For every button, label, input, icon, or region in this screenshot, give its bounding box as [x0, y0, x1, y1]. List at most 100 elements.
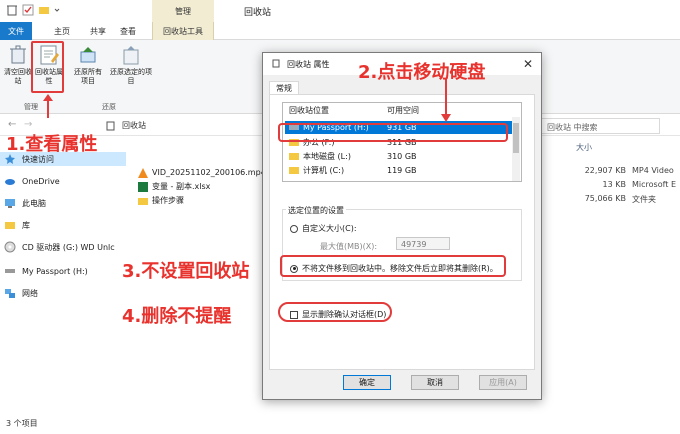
tab-share[interactable]: 共享 [84, 22, 112, 40]
file-name: 操作步骤 [152, 196, 184, 205]
properties-check-icon[interactable] [22, 4, 34, 16]
sidebar-item-label: 库 [22, 220, 30, 230]
restore-all-icon [77, 44, 99, 66]
new-folder-icon[interactable] [38, 4, 50, 16]
group-restore-label: 还原 [102, 103, 116, 111]
quick-access-toolbar [6, 4, 60, 16]
table-row[interactable]: VID_20251102_200106.mp4 [138, 166, 266, 179]
cancel-button[interactable]: 取消 [411, 375, 459, 390]
excel-file-icon [138, 181, 148, 192]
ribbon-tabs: 文件 主页 共享 查看 回收站工具 [0, 22, 680, 40]
restore-selected-button[interactable]: 还原选定的项目 [110, 44, 152, 86]
restore-selected-icon [120, 44, 142, 66]
back-arrow-icon[interactable]: ← [8, 119, 16, 130]
list-item[interactable]: 计算机 (C:) 119 GB [285, 164, 513, 177]
search-input[interactable]: 回收站 中搜索 [540, 118, 660, 134]
file-size: 22,907 KB [584, 166, 626, 175]
dropdown-icon[interactable] [54, 4, 60, 16]
recycle-bin-small-icon [6, 4, 18, 16]
sidebar-item-label: CD 驱动器 (G:) WD Unlc [22, 242, 115, 252]
properties-highlight-box [31, 41, 64, 93]
recycle-bin-path-icon [104, 119, 116, 134]
annotation-step-4: 4.删除不提醒 [122, 306, 232, 327]
sidebar-item-cd-drive[interactable]: CD 驱动器 (G:) WD Unlc [4, 240, 115, 254]
annotation-step-2: 2.点击移动硬盘 [358, 62, 486, 83]
file-size: 13 KB [602, 180, 626, 189]
close-icon[interactable]: ✕ [523, 57, 533, 71]
sidebar-item-network[interactable]: 网络 [4, 286, 38, 300]
folder-icon [289, 152, 299, 161]
dialog-title: 回收站 属性 [287, 59, 330, 69]
restore-selected-label: 还原选定的项目 [110, 68, 152, 85]
list-scrollbar[interactable] [512, 117, 520, 181]
location-name: 计算机 (C:) [303, 166, 345, 175]
location-list: 回收站位置 可用空间 My Passport (H:) 931 GB 办公 (F… [282, 102, 522, 182]
title-bar: 管理 回收站 [0, 0, 680, 22]
column-header-free-space: 可用空间 [387, 106, 419, 115]
list-item[interactable]: 本地磁盘 (L:) 310 GB [285, 150, 513, 163]
location-free-space: 119 GB [387, 166, 417, 175]
file-name: 变量 - 副本.xlsx [152, 182, 211, 191]
status-item-count: 3 个项目 [6, 419, 38, 428]
empty-bin-icon [7, 44, 29, 66]
empty-recycle-bin-label: 清空回收站 [4, 68, 32, 85]
max-size-input[interactable]: 49739 [396, 237, 450, 250]
drive-icon [4, 265, 16, 277]
forward-arrow-icon[interactable]: → [24, 119, 32, 130]
annotation-step-3: 3.不设置回收站 [122, 261, 250, 282]
file-type: MP4 Video [632, 166, 674, 175]
column-header-size[interactable]: 大小 [576, 142, 592, 153]
recycle-bin-dialog-icon [271, 58, 281, 70]
no-recycle-highlight-box [280, 255, 506, 277]
restore-all-label: 还原所有项目 [74, 68, 102, 85]
sidebar-item-label: 网络 [22, 288, 38, 298]
group-manage-label: 管理 [24, 103, 38, 111]
column-header-location: 回收站位置 [289, 106, 329, 115]
sidebar-item-onedrive[interactable]: OneDrive [4, 174, 60, 188]
sidebar-item-label: 此电脑 [22, 198, 46, 208]
empty-recycle-bin-button[interactable]: 清空回收站 [2, 44, 34, 86]
tab-view[interactable]: 查看 [114, 22, 142, 40]
confirm-highlight-box [278, 302, 392, 322]
sidebar-item-libraries[interactable]: 库 [4, 218, 30, 232]
tab-file[interactable]: 文件 [0, 22, 32, 40]
scrollbar-thumb[interactable] [513, 123, 519, 153]
location-name: 本地磁盘 (L:) [303, 152, 351, 161]
sidebar-item-my-passport[interactable]: My Passport (H:) [4, 264, 88, 278]
radio-dot [290, 224, 298, 233]
max-size-label: 最大值(MB)(X): [320, 242, 378, 251]
sidebar-item-this-pc[interactable]: 此电脑 [4, 196, 46, 210]
network-icon [4, 287, 16, 299]
custom-size-radio[interactable]: 自定义大小(C): [290, 223, 357, 234]
restore-all-button[interactable]: 还原所有项目 [72, 44, 104, 86]
file-name: VID_20251102_200106.mp4 [152, 168, 266, 177]
tab-general[interactable]: 常规 [269, 81, 299, 95]
table-row[interactable]: 变量 - 副本.xlsx [138, 180, 210, 193]
tab-home[interactable]: 主页 [40, 22, 84, 40]
ok-button[interactable]: 确定 [343, 375, 391, 390]
tab-recycle-bin-tools[interactable]: 回收站工具 [152, 22, 214, 40]
file-type: 文件夹 [632, 195, 656, 204]
computer-icon [4, 197, 16, 209]
folder-icon [138, 196, 148, 206]
video-file-icon [138, 167, 148, 178]
sidebar-item-label: OneDrive [22, 176, 60, 186]
apply-button[interactable]: 应用(A) [479, 375, 527, 390]
table-row[interactable]: 操作步骤 [138, 194, 184, 207]
settings-legend: 选定位置的设置 [286, 205, 346, 216]
sidebar-item-label: My Passport (H:) [22, 266, 88, 276]
file-type: Microsoft E [632, 180, 677, 189]
window-title: 回收站 [244, 8, 272, 18]
annotation-step-1: 1.查看属性 [6, 134, 98, 155]
custom-size-label: 自定义大小(C): [302, 224, 357, 233]
library-icon [4, 219, 16, 231]
cd-drive-icon [4, 241, 16, 253]
location-free-space: 310 GB [387, 152, 417, 161]
file-size: 75,066 KB [584, 194, 626, 203]
selected-drive-highlight-box [278, 123, 508, 142]
address-path[interactable]: 回收站 [122, 120, 146, 131]
folder-icon [289, 166, 299, 175]
manage-context-tab: 管理 [152, 0, 214, 22]
recycle-bin-properties-dialog: 回收站 属性 ✕ 常规 回收站位置 可用空间 My Passport (H:) … [262, 52, 542, 400]
navigation-pane: 快速访问 OneDrive 此电脑 库 CD 驱动器 (G:) WD Unlc … [0, 150, 128, 410]
